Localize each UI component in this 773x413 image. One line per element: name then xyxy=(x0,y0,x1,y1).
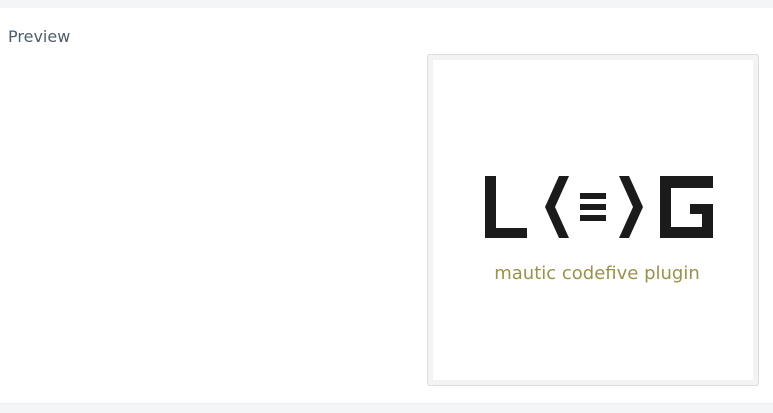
logo-subtitle: mautic codefive plugin xyxy=(494,263,700,284)
preview-thumbnail[interactable]: mautic codefive plugin xyxy=(427,54,759,386)
bottom-divider xyxy=(0,403,773,413)
preview-label: Preview xyxy=(8,27,71,46)
preview-image: mautic codefive plugin xyxy=(433,60,753,380)
top-divider xyxy=(0,0,773,8)
leg-logo xyxy=(485,176,713,238)
preview-panel: Preview mautic codefive plugin xyxy=(0,0,773,413)
